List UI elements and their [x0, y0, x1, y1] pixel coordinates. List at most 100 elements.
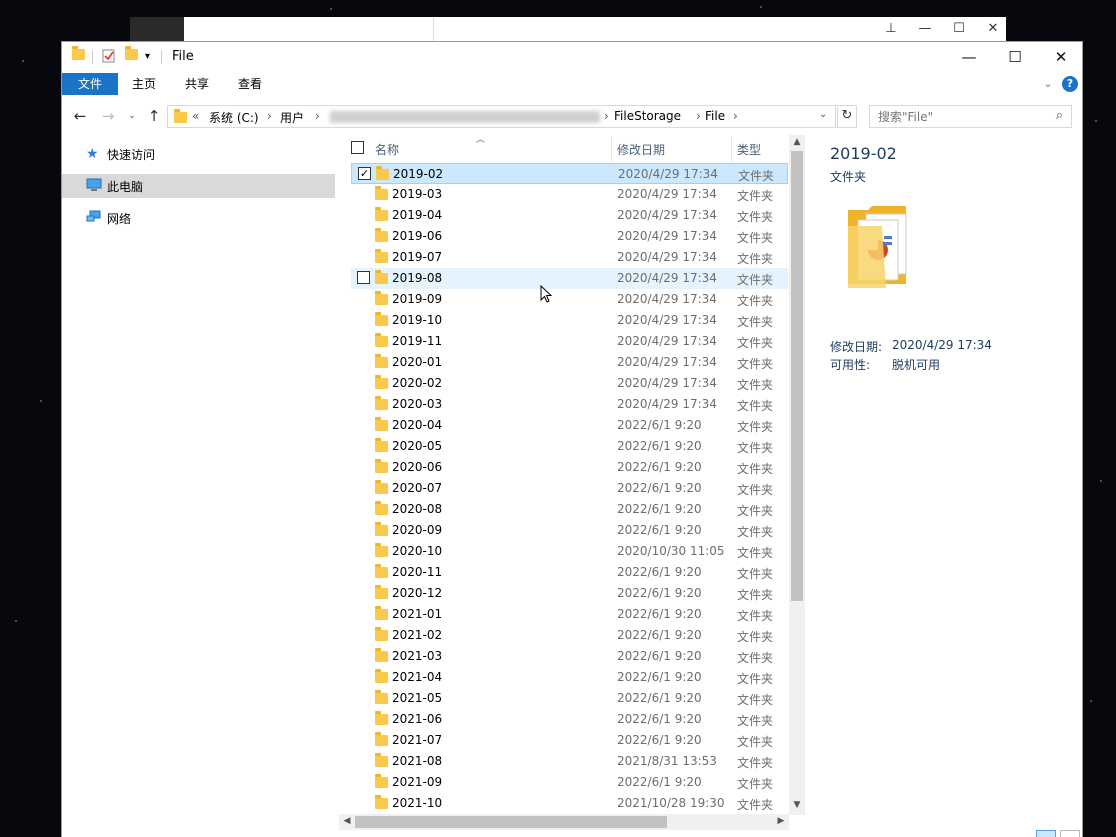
close-button[interactable]: ✕	[1038, 42, 1082, 72]
select-all-checkbox[interactable]	[351, 141, 364, 154]
horizontal-scroll-thumb[interactable]	[355, 816, 667, 828]
scroll-left-icon[interactable]: ◀	[339, 816, 355, 826]
maximize-icon[interactable]: ☐	[942, 19, 976, 39]
column-divider[interactable]	[611, 136, 612, 162]
table-row[interactable]: 2020-03 2020/4/29 17:34 文件夹	[351, 394, 788, 415]
row-name: 2019-09	[392, 292, 443, 306]
column-type[interactable]: 类型	[737, 141, 761, 158]
table-row[interactable]: 2020-08 2022/6/1 9:20 文件夹	[351, 499, 788, 520]
chevron-right-icon[interactable]: ›	[696, 109, 701, 123]
table-row[interactable]: 2020-09 2022/6/1 9:20 文件夹	[351, 520, 788, 541]
table-row[interactable]: 2021-05 2022/6/1 9:20 文件夹	[351, 688, 788, 709]
row-checkbox[interactable]: ✓	[358, 167, 371, 180]
details-view-icon[interactable]	[1036, 830, 1056, 837]
table-row[interactable]: 2020-01 2020/4/29 17:34 文件夹	[351, 352, 788, 373]
table-row[interactable]: 2021-07 2022/6/1 9:20 文件夹	[351, 730, 788, 751]
table-row[interactable]: 2019-08 2020/4/29 17:34 文件夹	[351, 268, 788, 289]
table-row[interactable]: 2021-04 2022/6/1 9:20 文件夹	[351, 667, 788, 688]
search-box[interactable]: ⌕	[869, 105, 1072, 128]
table-row[interactable]: 2019-07 2020/4/29 17:34 文件夹	[351, 247, 788, 268]
search-icon[interactable]: ⌕	[1056, 108, 1063, 123]
close-icon[interactable]: ✕	[976, 19, 1010, 39]
table-row[interactable]: 2021-10 2021/10/28 19:30 文件夹	[351, 793, 788, 814]
scroll-up-icon[interactable]: ▲	[789, 137, 805, 147]
chevron-right-icon[interactable]: ›	[267, 109, 272, 123]
row-name: 2019-06	[392, 229, 443, 243]
address-overflow[interactable]: «	[192, 109, 199, 123]
chevron-right-icon[interactable]: ›	[604, 109, 609, 123]
scroll-down-icon[interactable]: ▼	[789, 800, 805, 810]
scroll-right-icon[interactable]: ▶	[773, 816, 789, 826]
table-row[interactable]: 2019-06 2020/4/29 17:34 文件夹	[351, 226, 788, 247]
table-row[interactable]: 2020-02 2020/4/29 17:34 文件夹	[351, 373, 788, 394]
file-list: 名称 ︿ 修改日期 类型 ✓ 2019-02 2020/4/29 17:34 文件夹 2…	[339, 134, 804, 814]
forward-button[interactable]: →	[98, 106, 118, 126]
chevron-right-icon[interactable]: ›	[733, 109, 738, 123]
address-segment-drive[interactable]: 系统 (C:)	[209, 109, 259, 126]
vertical-scrollbar[interactable]: ▲ ▼	[789, 135, 805, 815]
new-folder-icon[interactable]	[125, 46, 138, 65]
table-row[interactable]: 2020-07 2022/6/1 9:20 文件夹	[351, 478, 788, 499]
column-date[interactable]: 修改日期	[617, 141, 665, 158]
folder-icon	[375, 711, 388, 728]
back-button[interactable]: ←	[70, 106, 90, 126]
address-dropdown-icon[interactable]: ⌄	[819, 109, 827, 120]
up-button[interactable]: ↑	[144, 106, 164, 126]
sidebar-item-label: 此电脑	[107, 180, 144, 194]
tab-home[interactable]: 主页	[124, 73, 164, 95]
table-row[interactable]: 2020-05 2022/6/1 9:20 文件夹	[351, 436, 788, 457]
column-name[interactable]: 名称	[375, 141, 399, 158]
column-divider[interactable]	[731, 136, 732, 162]
chevron-right-icon[interactable]: ›	[315, 109, 320, 123]
properties-icon[interactable]	[102, 49, 116, 65]
customize-toolbar-icon[interactable]: ▾	[145, 51, 150, 67]
refresh-button[interactable]: ↻	[837, 105, 857, 128]
row-name: 2020-01	[392, 355, 443, 369]
table-row[interactable]: 2019-09 2020/4/29 17:34 文件夹	[351, 289, 788, 310]
table-row[interactable]: 2020-11 2022/6/1 9:20 文件夹	[351, 562, 788, 583]
table-row[interactable]: 2019-03 2020/4/29 17:34 文件夹	[351, 184, 788, 205]
table-row[interactable]: 2021-03 2022/6/1 9:20 文件夹	[351, 646, 788, 667]
tab-view[interactable]: 查看	[230, 73, 270, 95]
vertical-scroll-thumb[interactable]	[791, 151, 803, 601]
row-name: 2020-08	[392, 502, 443, 516]
tab-file[interactable]: 文件	[62, 73, 118, 95]
sidebar-item-quick-access[interactable]: ★ 快速访问	[62, 142, 335, 166]
tab-share[interactable]: 共享	[177, 73, 217, 95]
table-row[interactable]: 2019-04 2020/4/29 17:34 文件夹	[351, 205, 788, 226]
large-icons-view-icon[interactable]	[1060, 830, 1080, 837]
table-row[interactable]: 2021-02 2022/6/1 9:20 文件夹	[351, 625, 788, 646]
table-row[interactable]: ✓ 2019-02 2020/4/29 17:34 文件夹	[351, 163, 788, 184]
table-row[interactable]: 2020-10 2020/10/30 11:05 文件夹	[351, 541, 788, 562]
help-icon[interactable]: ?	[1062, 76, 1078, 92]
pin-icon[interactable]: ⊥	[874, 19, 908, 39]
table-row[interactable]: 2019-10 2020/4/29 17:34 文件夹	[351, 310, 788, 331]
table-row[interactable]: 2020-06 2022/6/1 9:20 文件夹	[351, 457, 788, 478]
table-row[interactable]: 2019-11 2020/4/29 17:34 文件夹	[351, 331, 788, 352]
table-row[interactable]: 2020-04 2022/6/1 9:20 文件夹	[351, 415, 788, 436]
background-window[interactable]: ⊥ — ☐ ✕	[130, 17, 1006, 41]
sidebar-item-this-pc[interactable]: 此电脑	[62, 174, 335, 198]
row-type: 文件夹	[737, 462, 774, 476]
address-segment-filestorage[interactable]: FileStorage	[614, 109, 681, 123]
recent-locations-button[interactable]: ⌄	[122, 106, 142, 126]
horizontal-scrollbar[interactable]: ◀ ▶	[339, 814, 789, 830]
table-row[interactable]: 2021-08 2021/8/31 13:53 文件夹	[351, 751, 788, 772]
row-date: 2020/4/29 17:34	[617, 397, 717, 411]
sidebar-item-network[interactable]: 网络	[62, 206, 335, 230]
row-checkbox[interactable]	[357, 271, 370, 284]
table-row[interactable]: 2021-06 2022/6/1 9:20 文件夹	[351, 709, 788, 730]
expand-ribbon-icon[interactable]: ⌄	[1038, 73, 1058, 95]
address-bar[interactable]: « 系统 (C:) › 用户 › › FileStorage › File › …	[167, 105, 836, 128]
preview-type: 文件夹	[830, 170, 867, 184]
search-input[interactable]	[878, 108, 1048, 125]
table-row[interactable]: 2020-12 2022/6/1 9:20 文件夹	[351, 583, 788, 604]
maximize-button[interactable]: ☐	[992, 42, 1038, 72]
minimize-icon[interactable]: —	[908, 19, 942, 39]
address-segment-file[interactable]: File	[705, 109, 725, 123]
row-type: 文件夹	[737, 609, 774, 623]
table-row[interactable]: 2021-09 2022/6/1 9:20 文件夹	[351, 772, 788, 793]
minimize-button[interactable]: —	[946, 42, 992, 72]
table-row[interactable]: 2021-01 2022/6/1 9:20 文件夹	[351, 604, 788, 625]
address-segment-users[interactable]: 用户	[280, 109, 304, 126]
